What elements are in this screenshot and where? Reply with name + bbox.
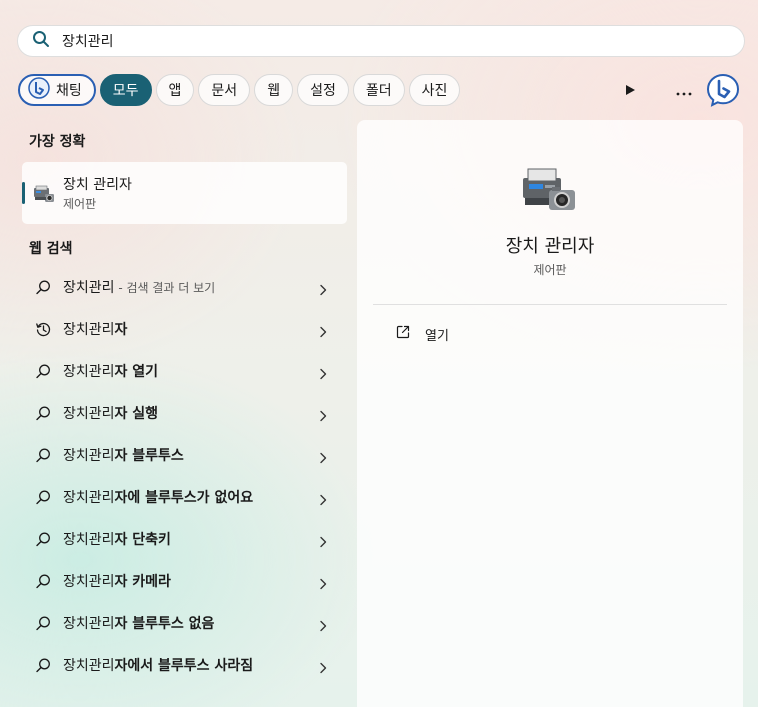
divider xyxy=(373,304,727,305)
item-prefix: 장치관리 xyxy=(63,280,115,296)
device-manager-icon xyxy=(32,182,56,206)
preview-title: 장치 관리자 xyxy=(505,236,595,257)
search-icon xyxy=(35,531,52,548)
web-search-item[interactable]: 장치관리자 xyxy=(22,308,347,350)
search-icon xyxy=(35,489,52,506)
search-input[interactable] xyxy=(62,33,702,49)
item-prefix: 장치관리 xyxy=(63,364,115,380)
open-external-icon xyxy=(395,324,411,344)
item-prefix: 장치관리 xyxy=(63,532,115,548)
best-match-subtitle: 제어판 xyxy=(63,197,97,211)
filter-settings[interactable]: 설정 xyxy=(297,74,349,106)
chevron-right-icon xyxy=(318,533,328,548)
chat-label: 채팅 xyxy=(56,83,82,99)
search-icon xyxy=(35,405,52,422)
web-search-item[interactable]: 장치관리자 블루투스 xyxy=(22,434,347,476)
filter-apps[interactable]: 앱 xyxy=(155,74,195,106)
chevron-right-icon xyxy=(318,407,328,422)
item-prefix: 장치관리 xyxy=(63,490,115,506)
preview-subtitle: 제어판 xyxy=(533,263,567,277)
options-button[interactable] xyxy=(671,78,697,102)
best-match-heading: 가장 정확 xyxy=(29,134,86,150)
chevron-right-icon xyxy=(318,491,328,506)
item-bold: 자 실행 xyxy=(114,406,159,422)
preview-pane: 장치 관리자 제어판 열기 xyxy=(357,120,743,707)
item-bold: 자 카메라 xyxy=(114,574,171,590)
web-search-item[interactable]: 장치관리자에서 블루투스 사라짐 xyxy=(22,644,347,686)
web-search-item[interactable]: 장치관리자 카메라 xyxy=(22,560,347,602)
item-prefix: 장치관리 xyxy=(63,448,115,464)
item-prefix: 장치관리 xyxy=(63,322,115,338)
web-search-item[interactable]: 장치관리자 실행 xyxy=(22,392,347,434)
web-search-item[interactable]: 장치관리자에 블루투스가 없어요 xyxy=(22,476,347,518)
chevron-right-icon xyxy=(318,323,328,338)
item-bold: 자 xyxy=(114,322,128,338)
play-icon xyxy=(624,81,636,100)
bing-button[interactable] xyxy=(706,73,740,107)
best-match-title: 장치 관리자 xyxy=(63,177,132,193)
chevron-right-icon xyxy=(318,365,328,380)
item-bold: 자 열기 xyxy=(114,364,159,380)
history-icon xyxy=(35,321,52,338)
search-icon xyxy=(35,447,52,464)
filter-photos[interactable]: 사진 xyxy=(408,74,461,106)
filter-all[interactable]: 모두 xyxy=(99,74,152,106)
chevron-right-icon xyxy=(318,449,328,464)
device-manager-large-icon xyxy=(519,164,579,214)
chat-button[interactable]: 채팅 xyxy=(18,74,96,106)
item-bold: 자 단축키 xyxy=(114,532,171,548)
chevron-right-icon xyxy=(318,617,328,632)
open-action[interactable]: 열기 xyxy=(381,322,449,346)
bing-chat-icon xyxy=(706,73,740,111)
item-prefix: 장치관리 xyxy=(63,616,115,632)
item-suffix: - 검색 결과 더 보기 xyxy=(114,281,216,295)
filter-folders[interactable]: 폴더 xyxy=(352,74,405,106)
item-bold: 자 블루투스 없음 xyxy=(114,616,215,632)
search-icon xyxy=(35,363,52,380)
item-bold: 자에 블루투스가 없어요 xyxy=(114,490,254,506)
chevron-right-icon xyxy=(318,659,328,674)
filter-documents[interactable]: 문서 xyxy=(198,74,251,106)
search-icon xyxy=(32,30,50,52)
chevron-right-icon xyxy=(318,575,328,590)
search-bar[interactable] xyxy=(17,25,745,57)
filter-web[interactable]: 웹 xyxy=(254,74,294,106)
item-prefix: 장치관리 xyxy=(63,658,115,674)
search-icon xyxy=(35,657,52,674)
item-prefix: 장치관리 xyxy=(63,574,115,590)
chevron-right-icon xyxy=(318,281,328,296)
search-icon xyxy=(35,573,52,590)
web-search-item[interactable]: 장치관리자 블루투스 없음 xyxy=(22,602,347,644)
web-search-item[interactable]: 장치관리 - 검색 결과 더 보기 xyxy=(22,266,347,308)
selection-indicator xyxy=(22,182,25,204)
web-search-heading: 웹 검색 xyxy=(29,241,73,257)
search-icon xyxy=(35,615,52,632)
web-search-item[interactable]: 장치관리자 단축키 xyxy=(22,518,347,560)
item-bold: 자에서 블루투스 사라짐 xyxy=(114,658,254,674)
item-bold: 자 블루투스 xyxy=(114,448,184,464)
best-match-item[interactable]: 장치 관리자 제어판 xyxy=(22,162,347,224)
open-label: 열기 xyxy=(425,328,449,344)
search-icon xyxy=(35,279,52,296)
bing-icon xyxy=(28,77,56,103)
more-filters-button[interactable] xyxy=(617,78,643,102)
web-search-list: 장치관리 - 검색 결과 더 보기 장치관리자 장치관리자 열기 장치관리자 실… xyxy=(22,266,347,686)
web-search-item[interactable]: 장치관리자 열기 xyxy=(22,350,347,392)
item-prefix: 장치관리 xyxy=(63,406,115,422)
more-icon xyxy=(676,81,692,100)
filter-bar: 채팅 모두 앱 문서 웹 설정 폴더 사진 xyxy=(18,73,464,107)
